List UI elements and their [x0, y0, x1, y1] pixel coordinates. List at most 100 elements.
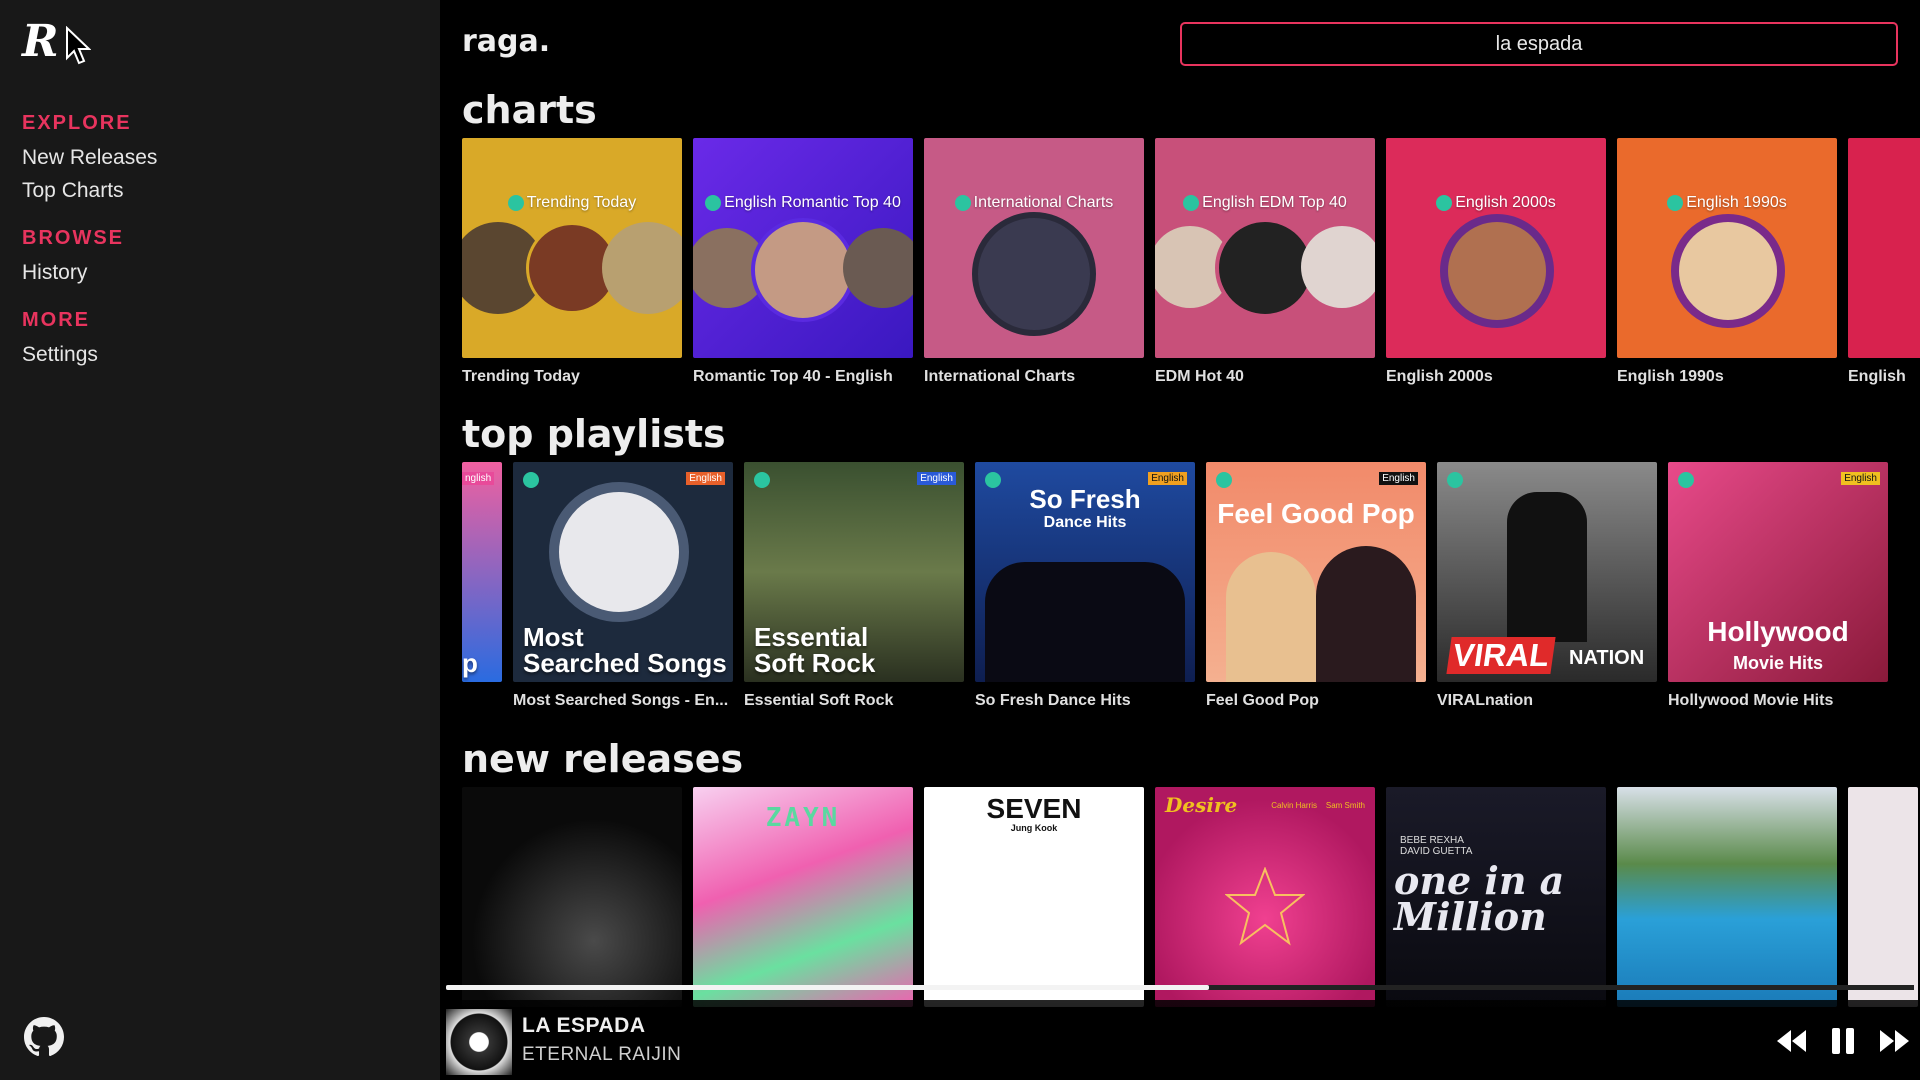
chart-card[interactable]: English Romantic Top 40 Romantic Top 40 … [693, 138, 913, 386]
chart-tile-label-text: English EDM Top 40 [1202, 194, 1347, 211]
star-icon [1225, 867, 1305, 946]
language-tag: English [917, 472, 956, 485]
chart-tile: English Romantic Top 40 [693, 138, 913, 358]
artwork-circle [1671, 214, 1785, 328]
cursor-icon [65, 26, 91, 65]
chart-tile-label-text: English 1990s [1686, 194, 1787, 211]
release-tile: ZAYN [693, 787, 913, 1007]
playlist-title: p [462, 648, 478, 678]
playlists-row: nglish p English Most Searched Songs Mos… [462, 462, 1888, 710]
playlist-caption: Most Searched Songs - En... [513, 692, 729, 709]
chart-card[interactable]: International Charts International Chart… [924, 138, 1144, 386]
playlist-caption: So Fresh Dance Hits [975, 692, 1131, 709]
nav-item-settings[interactable]: Settings [22, 338, 157, 371]
language-tag: English [1841, 472, 1880, 485]
release-card[interactable]: ZAYN [693, 787, 913, 1007]
release-card[interactable] [1617, 787, 1837, 1007]
app-logo[interactable]: R [22, 20, 91, 66]
chart-card[interactable]: English 1990s English 1990s [1617, 138, 1837, 386]
search-input[interactable] [1180, 22, 1898, 66]
playlist-tile: English Essential Soft Rock [744, 462, 964, 682]
playlist-tile: English Feel Good Pop [1206, 462, 1426, 682]
language-tag: nglish [462, 472, 495, 485]
chart-tile [1848, 138, 1920, 358]
playlist-card[interactable]: English Hollywood Movie Hits Hollywood M… [1668, 462, 1888, 710]
releases-row: ZAYN SEVEN Jung Kook Desire Calvin Harri… [462, 787, 1918, 1007]
nav-section-explore: EXPLORE New Releases Top Charts [22, 112, 157, 207]
playlist-subtitle: NATION [1569, 647, 1645, 669]
chart-tile: English 1990s [1617, 138, 1837, 358]
chart-caption: Romantic Top 40 - English [693, 368, 893, 385]
chart-tile-label-text: English 2000s [1455, 194, 1556, 211]
playlist-caption: Essential Soft Rock [744, 692, 894, 709]
rewind-icon[interactable] [1774, 1024, 1808, 1058]
artwork-person [1507, 492, 1587, 642]
release-art-subtext: Calvin Harris Sam Smith [1271, 801, 1365, 810]
nav-heading-more: MORE [22, 309, 90, 331]
playlist-title: Hollywood [1707, 616, 1849, 647]
playlist-tile: English Most Searched Songs [513, 462, 733, 682]
app-badge-icon [1667, 195, 1684, 211]
now-playing-artwork[interactable] [446, 1009, 512, 1075]
chart-caption: International Charts [924, 368, 1076, 385]
artwork-person [1316, 546, 1416, 682]
app-badge-icon [954, 195, 971, 211]
nav-item-top-charts[interactable]: Top Charts [22, 174, 157, 207]
language-tag: English [1379, 472, 1418, 485]
chart-tile: English EDM Top 40 [1155, 138, 1375, 358]
chart-tile-label: English 2000s [1386, 194, 1606, 212]
chart-card[interactable]: Trending Today Trending Today [462, 138, 682, 386]
chart-tile-label: English 1990s [1617, 194, 1837, 212]
progress-bar[interactable] [446, 985, 1914, 990]
section-title-releases: new releases [462, 737, 744, 781]
chart-caption: Trending Today [462, 368, 580, 385]
release-card[interactable] [462, 787, 682, 1007]
nav-item-new-releases[interactable]: New Releases [22, 141, 157, 174]
chart-tile-label-text: English Romantic Top 40 [724, 194, 901, 211]
release-tile [1617, 787, 1837, 1007]
chart-tile-label-text: Trending Today [526, 194, 637, 211]
release-art-text: Desire [1165, 793, 1238, 817]
playlist-tile: VIRAL NATION [1437, 462, 1657, 682]
playlist-card[interactable]: English So Fresh Dance Hits So Fresh Dan… [975, 462, 1195, 710]
playlist-card[interactable]: English Most Searched Songs Most Searche… [513, 462, 733, 710]
chart-card[interactable]: English 2000s English 2000s [1386, 138, 1606, 386]
chart-card[interactable]: English EDM Top 40 EDM Hot 40 [1155, 138, 1375, 386]
app-badge-icon [523, 472, 539, 488]
release-card[interactable]: BEBE REXHA DAVID GUETTA one in a Million [1386, 787, 1606, 1007]
release-tile: SEVEN Jung Kook [924, 787, 1144, 1007]
fast-forward-icon[interactable] [1878, 1024, 1912, 1058]
app-badge-icon [754, 472, 770, 488]
release-tile: Desire Calvin Harris Sam Smith [1155, 787, 1375, 1007]
artwork-circle [549, 482, 689, 622]
chart-caption: EDM Hot 40 [1155, 368, 1244, 385]
chart-card[interactable]: English [1848, 138, 1920, 386]
chart-tile: English 2000s [1386, 138, 1606, 358]
progress-fill [446, 985, 1210, 990]
pause-icon[interactable] [1826, 1024, 1860, 1058]
chart-caption: English [1848, 368, 1906, 385]
playlist-card[interactable]: English Essential Soft Rock Essential So… [744, 462, 964, 710]
release-card[interactable] [1848, 787, 1918, 1007]
release-card[interactable]: Desire Calvin Harris Sam Smith [1155, 787, 1375, 1007]
brand-title: raga. [462, 24, 551, 59]
release-art-text: SEVEN [986, 793, 1082, 824]
release-card[interactable]: SEVEN Jung Kook [924, 787, 1144, 1007]
release-art-subtext: BEBE REXHA DAVID GUETTA [1400, 835, 1473, 857]
player-bar: LA ESPADA ETERNAL RAIJIN [440, 1000, 1920, 1080]
chart-tile: Trending Today [462, 138, 682, 358]
artwork-people [985, 562, 1185, 682]
logo-letter: R [22, 16, 59, 67]
artwork-circle [1301, 226, 1375, 308]
playlist-card[interactable]: nglish p [462, 462, 502, 710]
nav-section-more: MORE Settings [22, 309, 157, 371]
github-icon[interactable] [24, 1017, 64, 1057]
app-badge-icon [1183, 195, 1200, 211]
playlist-subtitle: Dance Hits [1043, 514, 1127, 531]
charts-row: Trending Today Trending Today English Ro… [462, 138, 1920, 386]
playlist-card[interactable]: English Feel Good Pop Feel Good Pop [1206, 462, 1426, 710]
chart-tile-label-text: International Charts [973, 194, 1114, 211]
playlist-card[interactable]: VIRAL NATION VIRALnation [1437, 462, 1657, 710]
nav-item-history[interactable]: History [22, 256, 157, 289]
app-badge-icon [1678, 472, 1694, 488]
